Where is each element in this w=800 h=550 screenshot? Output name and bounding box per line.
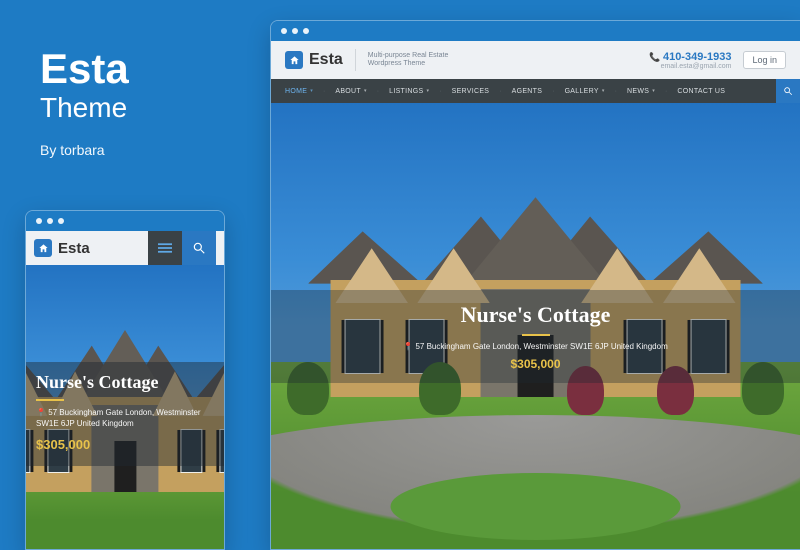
mobile-menu-button[interactable] — [148, 231, 182, 265]
nav-about[interactable]: ABOUT▾ — [335, 88, 366, 95]
search-icon — [783, 86, 793, 96]
hero-caption: Nurse's Cottage 57 Buckingham Gate Londo… — [271, 290, 800, 383]
listing-price: $305,000 — [291, 357, 780, 371]
listing-address: 57 Buckingham Gate London, Westminster S… — [291, 342, 780, 351]
listing-title: Nurse's Cottage — [291, 302, 780, 328]
theme-subtitle: Theme — [40, 92, 129, 124]
contact-email[interactable]: email.esta@gmail.com — [649, 63, 731, 70]
theme-title: Esta — [40, 48, 129, 90]
phone-number[interactable]: 410-349-1933 — [649, 51, 731, 63]
window-dot — [36, 218, 42, 224]
nav-agents[interactable]: AGENTS — [512, 88, 543, 95]
underline-accent — [522, 334, 550, 336]
hero-lawn-island — [390, 473, 681, 540]
chevron-down-icon: ▾ — [426, 88, 429, 94]
contact-block: 410-349-1933 email.esta@gmail.com — [649, 51, 731, 70]
nav-gallery[interactable]: GALLERY▾ — [565, 88, 605, 95]
logo-house-icon — [285, 51, 303, 69]
divider — [355, 49, 356, 71]
login-button[interactable]: Log in — [743, 51, 786, 69]
theme-intro: Esta Theme By torbara — [40, 48, 129, 158]
mobile-topbar: Esta — [26, 231, 224, 265]
hamburger-icon — [158, 241, 172, 255]
chevron-down-icon: ▾ — [652, 88, 655, 94]
mobile-search-button[interactable] — [182, 231, 216, 265]
chevron-down-icon: ▾ — [310, 88, 313, 94]
theme-byline: By torbara — [40, 142, 129, 158]
listing-address: 57 Buckingham Gate London, Westminster S… — [36, 407, 214, 429]
chevron-down-icon: ▾ — [602, 88, 605, 94]
site-logo[interactable]: Esta — [285, 51, 343, 69]
nav-contact[interactable]: CONTACT US — [677, 88, 725, 95]
nav-listings[interactable]: LISTINGS▾ — [389, 88, 429, 95]
window-titlebar — [271, 21, 800, 41]
window-dot — [47, 218, 53, 224]
window-titlebar — [26, 211, 224, 231]
main-navbar: HOME▾ · ABOUT▾ · LISTINGS▾ · SERVICES · … — [271, 79, 800, 103]
window-dot — [303, 28, 309, 34]
nav-news[interactable]: NEWS▾ — [627, 88, 655, 95]
mobile-hero-area: Nurse's Cottage 57 Buckingham Gate Londo… — [26, 265, 224, 549]
hero-caption: Nurse's Cottage 57 Buckingham Gate Londo… — [26, 362, 224, 466]
hero-area: Nurse's Cottage 57 Buckingham Gate Londo… — [271, 103, 800, 549]
window-dot — [281, 28, 287, 34]
listing-price: $305,000 — [36, 437, 214, 452]
site-logo[interactable]: Esta — [34, 239, 90, 257]
search-button[interactable] — [776, 79, 800, 103]
logo-text: Esta — [309, 51, 343, 69]
logo-house-icon — [34, 239, 52, 257]
window-dot — [292, 28, 298, 34]
nav-services[interactable]: SERVICES — [452, 88, 490, 95]
nav-items: HOME▾ · ABOUT▾ · LISTINGS▾ · SERVICES · … — [285, 88, 776, 95]
listing-title: Nurse's Cottage — [36, 372, 214, 393]
site-tagline: Multi-purpose Real Estate Wordpress Them… — [368, 52, 449, 69]
logo-text: Esta — [58, 240, 90, 257]
window-dot — [58, 218, 64, 224]
underline-accent — [36, 399, 64, 401]
mobile-preview-window: Esta Nurse's Cottage 57 Buckin — [25, 210, 225, 550]
chevron-down-icon: ▾ — [364, 88, 367, 94]
site-topbar: Esta Multi-purpose Real Estate Wordpress… — [271, 41, 800, 79]
search-icon — [192, 241, 206, 255]
nav-home[interactable]: HOME▾ — [285, 88, 313, 95]
desktop-preview-window: Esta Multi-purpose Real Estate Wordpress… — [270, 20, 800, 550]
